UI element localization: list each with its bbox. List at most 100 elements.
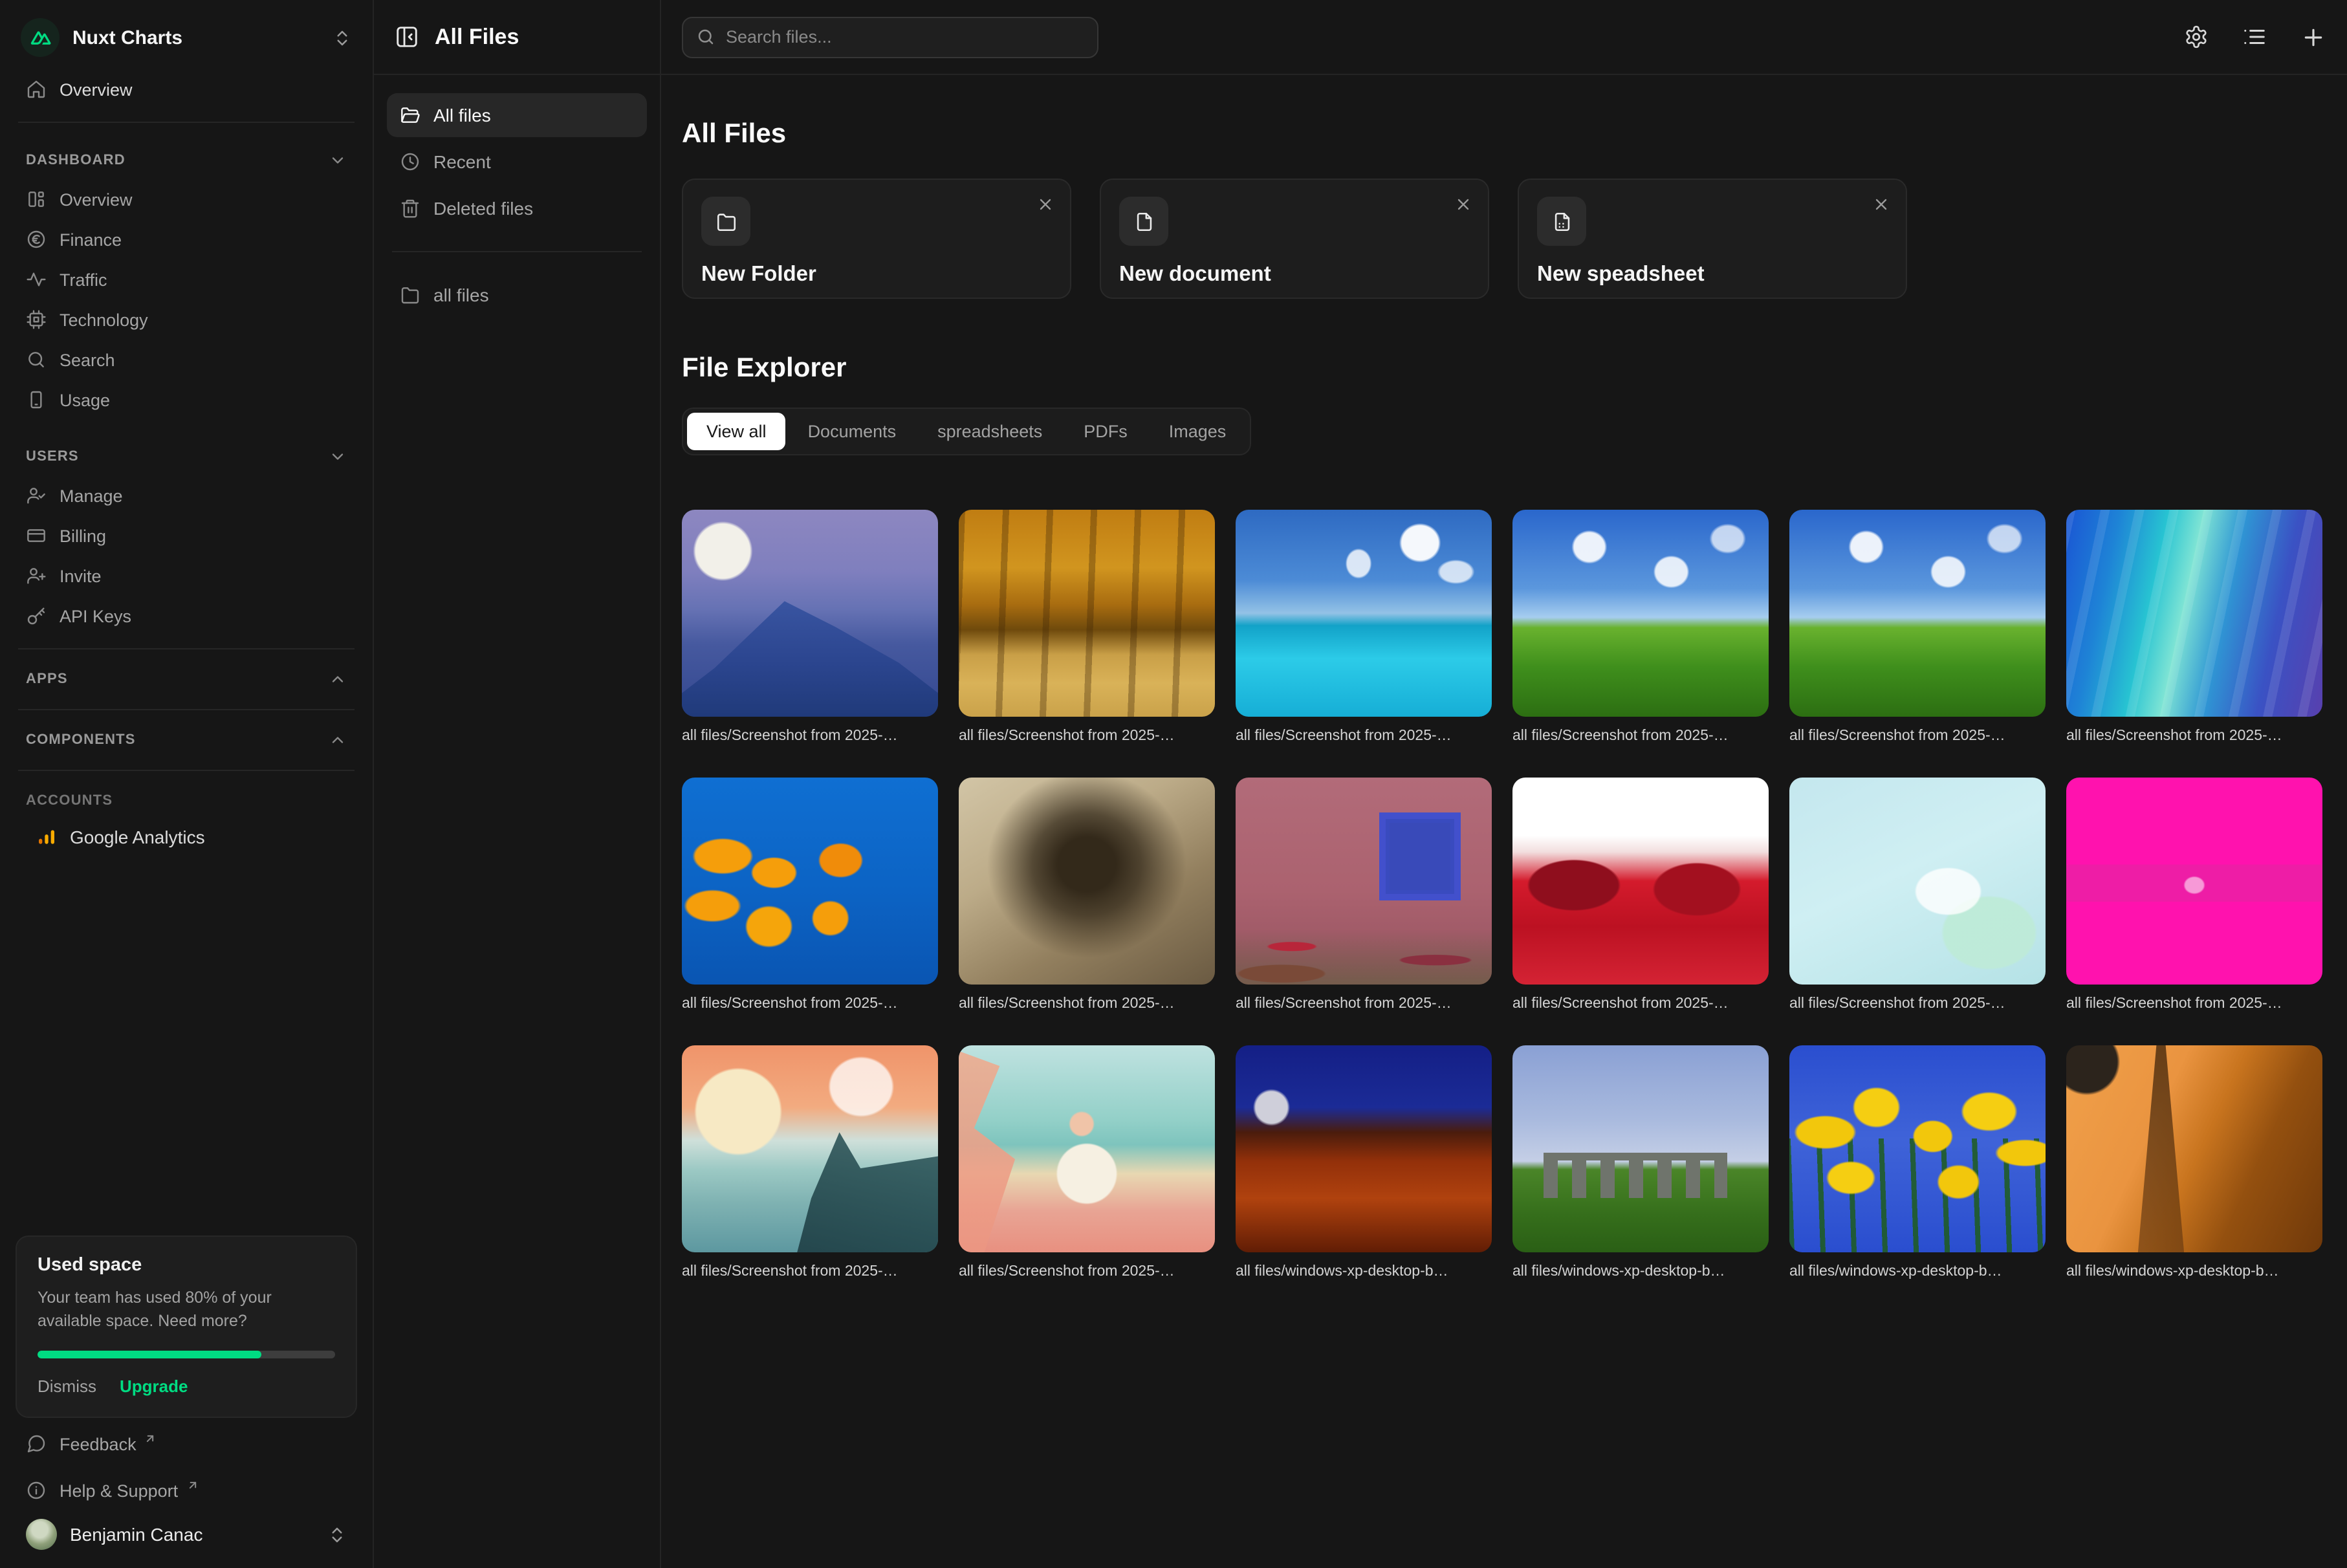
tab-images[interactable]: Images <box>1150 413 1246 450</box>
card-label: New Folder <box>701 263 1052 287</box>
sidebar-item-technology[interactable]: Technology <box>16 300 357 339</box>
file-card: all files/Screenshot from 2025-… <box>959 778 1215 1012</box>
sidebar-item-finance[interactable]: Finance <box>16 220 357 259</box>
list-view-icon[interactable] <box>2242 25 2267 49</box>
file-caption: all files/Screenshot from 2025-… <box>682 1264 938 1279</box>
thumbnail-sepia-dog[interactable] <box>959 778 1215 985</box>
user-menu[interactable]: Benjamin Canac <box>16 1511 357 1550</box>
thumbnail-bridge-illustration[interactable] <box>682 1045 938 1252</box>
dismiss-button[interactable]: Dismiss <box>38 1377 96 1396</box>
thumbnail-person-illustration[interactable] <box>959 1045 1215 1252</box>
file-caption: all files/Screenshot from 2025-… <box>682 728 938 744</box>
thumbnail-tropical-beach[interactable] <box>1236 510 1492 717</box>
upgrade-button[interactable]: Upgrade <box>120 1377 188 1396</box>
smartphone-icon <box>26 389 47 410</box>
panel-collapse-icon[interactable] <box>395 25 419 49</box>
settings-gear-icon[interactable] <box>2184 25 2209 49</box>
sidebar-item-label: Billing <box>60 526 347 545</box>
chevrons-up-down-icon <box>333 28 352 47</box>
sidebar-item-traffic[interactable]: Traffic <box>16 260 357 299</box>
sidebar-item-overview[interactable]: Overview <box>16 70 357 109</box>
thumbnail-cyan-abstract[interactable] <box>1789 778 2046 985</box>
help-support-link[interactable]: Help & Support <box>16 1470 357 1511</box>
footer-item-label: Help & Support <box>60 1481 178 1500</box>
thumbnail-blue-aurora[interactable] <box>2066 510 2322 717</box>
divider <box>392 251 642 252</box>
sidebar-item-google-analytics[interactable]: Google Analytics <box>26 818 357 856</box>
file-caption: all files/Screenshot from 2025-… <box>2066 728 2322 744</box>
thumbnail-orange-fish[interactable] <box>682 778 938 985</box>
sidebar-item-api-keys[interactable]: API Keys <box>16 596 357 635</box>
thumbnail-stonehenge[interactable] <box>1512 1045 1769 1252</box>
card-label: New speadsheet <box>1537 263 1888 287</box>
tab-documents[interactable]: Documents <box>789 413 916 450</box>
external-link-icon <box>186 1479 199 1492</box>
panel-item-all-files[interactable]: All files <box>387 93 647 137</box>
close-icon[interactable] <box>1872 195 1890 213</box>
close-icon[interactable] <box>1036 195 1054 213</box>
chevron-down-icon <box>329 448 347 466</box>
sidebar-item-label: API Keys <box>60 606 347 626</box>
thumbnail-yellow-tulips[interactable] <box>1789 1045 2046 1252</box>
file-card: all files/Screenshot from 2025-… <box>1236 510 1492 744</box>
file-card: all files/Screenshot from 2025-… <box>682 510 938 744</box>
users-items: Manage Billing Invite API Keys <box>16 476 357 635</box>
sidebar-item-billing[interactable]: Billing <box>16 516 357 555</box>
thumbnail-adobe-wall[interactable] <box>1236 778 1492 985</box>
sidebar-item-search[interactable]: Search <box>16 340 357 379</box>
divider <box>18 709 355 710</box>
thumbnail-bliss-hill[interactable] <box>1512 510 1769 717</box>
thumbnail-orange-dune[interactable] <box>2066 1045 2322 1252</box>
section-users[interactable]: USERS <box>16 440 357 474</box>
file-card: all files/Screenshot from 2025-… <box>1789 510 2046 744</box>
section-label: ACCOUNTS <box>26 793 113 809</box>
add-new-icon[interactable] <box>2300 24 2326 50</box>
sidebar-item-label: Usage <box>60 390 347 409</box>
thumbnail-autumn-path[interactable] <box>959 510 1215 717</box>
file-caption: all files/Screenshot from 2025-… <box>1789 728 2046 744</box>
chevron-up-icon <box>329 670 347 688</box>
tab-pdfs[interactable]: PDFs <box>1064 413 1147 450</box>
panel-item-deleted-files[interactable]: Deleted files <box>387 186 647 230</box>
file-card: all files/Screenshot from 2025-… <box>2066 510 2322 744</box>
panel-item-label: All files <box>433 105 491 125</box>
files-panel-header: All Files <box>374 0 660 75</box>
search-icon <box>26 349 47 370</box>
section-apps[interactable]: APPS <box>16 662 357 696</box>
sidebar-item-usage[interactable]: Usage <box>16 380 357 419</box>
file-caption: all files/Screenshot from 2025-… <box>682 996 938 1012</box>
credit-card-icon <box>26 525 47 546</box>
file-caption: all files/Screenshot from 2025-… <box>1236 996 1492 1012</box>
sidebar-item-manage[interactable]: Manage <box>16 476 357 515</box>
sidebar-item-dash-overview[interactable]: Overview <box>16 180 357 219</box>
section-dashboard[interactable]: DASHBOARD <box>16 144 357 177</box>
feedback-link[interactable]: Feedback <box>16 1423 357 1465</box>
panel-item-recent[interactable]: Recent <box>387 140 647 184</box>
tab-view-all[interactable]: View all <box>687 413 786 450</box>
folder-icon <box>701 197 750 246</box>
thumbnail-red-desert-dune[interactable] <box>1236 1045 1492 1252</box>
thumbnail-red-abstract[interactable] <box>1512 778 1769 985</box>
tab-spreadsheets[interactable]: spreadsheets <box>918 413 1062 450</box>
close-icon[interactable] <box>1454 195 1472 213</box>
section-label: DASHBOARD <box>26 153 126 168</box>
section-components[interactable]: COMPONENTS <box>16 723 357 757</box>
home-icon <box>26 79 47 100</box>
search-box[interactable] <box>682 16 1098 58</box>
file-card: all files/Screenshot from 2025-… <box>1789 778 2046 1012</box>
thumbnail-bliss-hill-2[interactable] <box>1789 510 2046 717</box>
thumbnail-moonlit-mountain[interactable] <box>682 510 938 717</box>
new-document-card[interactable]: New document <box>1100 179 1489 299</box>
new-spreadsheet-card[interactable]: New speadsheet <box>1518 179 1907 299</box>
search-input[interactable] <box>726 27 1084 47</box>
new-folder-card[interactable]: New Folder <box>682 179 1071 299</box>
file-caption: all files/Screenshot from 2025-… <box>959 996 1215 1012</box>
workspace-switcher[interactable]: Nuxt Charts <box>16 13 357 70</box>
chevron-down-icon <box>329 151 347 169</box>
section-label: USERS <box>26 449 79 464</box>
file-caption: all files/windows-xp-desktop-b… <box>2066 1264 2322 1279</box>
panel-folder-all-files[interactable]: all files <box>387 273 647 317</box>
file-explorer-title: File Explorer <box>682 353 2326 384</box>
sidebar-item-invite[interactable]: Invite <box>16 556 357 595</box>
thumbnail-magenta-abstract[interactable] <box>2066 778 2322 985</box>
